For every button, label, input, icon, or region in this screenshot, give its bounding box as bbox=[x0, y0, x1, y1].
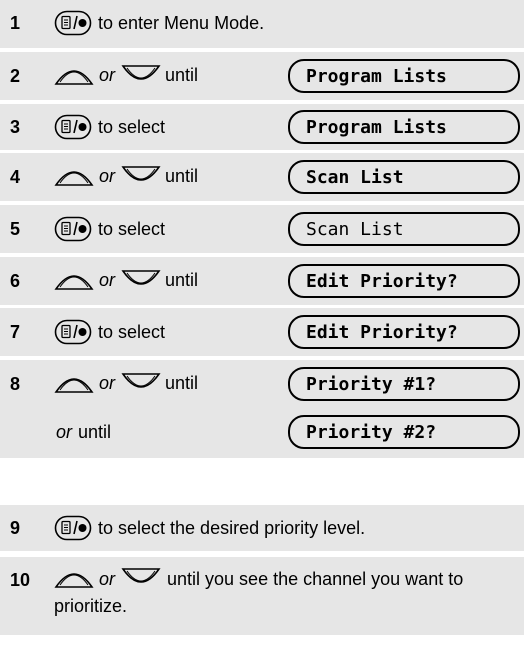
or-label: or bbox=[99, 269, 116, 290]
step-text: to select bbox=[98, 116, 166, 137]
menu-select-button-icon bbox=[54, 319, 92, 345]
step-row-2: 2 or until Program Lists bbox=[0, 52, 524, 100]
step-number: 9 bbox=[10, 518, 21, 538]
menu-select-button-icon bbox=[54, 10, 92, 36]
radio-display: Scan List bbox=[288, 212, 520, 246]
step-number: 3 bbox=[10, 117, 21, 137]
down-arrow-button-icon bbox=[121, 268, 161, 292]
step-row-5: 5 to select Scan List bbox=[0, 205, 524, 253]
down-arrow-button-icon bbox=[121, 63, 161, 87]
radio-display: Priority #1? bbox=[288, 367, 520, 401]
step-number: 5 bbox=[10, 219, 21, 239]
step-row-10: 10 or until you see the channel you want … bbox=[0, 557, 524, 635]
step-text: until bbox=[78, 422, 112, 442]
step-row-7: 7 to select Edit Priority? bbox=[0, 308, 524, 356]
radio-display: Program Lists bbox=[288, 110, 520, 144]
step-text: until bbox=[165, 269, 199, 290]
step-number: 10 bbox=[10, 570, 31, 590]
step-text: to select bbox=[98, 321, 166, 342]
step-number: 8 bbox=[10, 374, 21, 394]
up-arrow-button-icon bbox=[54, 164, 94, 188]
radio-display: Scan List bbox=[288, 160, 520, 194]
step-number: 1 bbox=[10, 13, 21, 33]
radio-display: Edit Priority? bbox=[288, 264, 520, 298]
radio-display: Priority #2? bbox=[288, 415, 520, 449]
menu-select-button-icon bbox=[54, 114, 92, 140]
step-text: until bbox=[165, 64, 199, 85]
step-text: until bbox=[165, 372, 199, 393]
or-label: or bbox=[99, 165, 116, 186]
up-arrow-button-icon bbox=[54, 63, 94, 87]
step-number: 4 bbox=[10, 167, 21, 187]
radio-display: Program Lists bbox=[288, 59, 520, 93]
step-number: 6 bbox=[10, 271, 21, 291]
up-arrow-button-icon bbox=[54, 371, 94, 395]
step-row-8: 8 or until Priority #1? or until Priorit… bbox=[0, 360, 524, 458]
down-arrow-button-icon bbox=[121, 566, 161, 590]
step-row-6: 6 or until Edit Priority? bbox=[0, 257, 524, 305]
or-label: or bbox=[99, 372, 116, 393]
step-text: until you see the channel you want to pr… bbox=[54, 569, 464, 616]
step-row-4: 4 or until Scan List bbox=[0, 153, 524, 201]
step-number: 7 bbox=[10, 322, 21, 342]
or-label: or bbox=[99, 569, 116, 589]
step-text: to select the desired priority level. bbox=[98, 517, 366, 538]
menu-select-button-icon bbox=[54, 216, 92, 242]
down-arrow-button-icon bbox=[121, 371, 161, 395]
step-row-1: 1 to enter Menu Mode. bbox=[0, 0, 524, 48]
step-text: to enter Menu Mode. bbox=[98, 12, 265, 33]
or-label: or bbox=[56, 422, 73, 442]
down-arrow-button-icon bbox=[121, 164, 161, 188]
step-row-9: 9 to select the desired priority level. bbox=[0, 505, 524, 551]
step-row-3: 3 to select Program Lists bbox=[0, 104, 524, 150]
menu-select-button-icon bbox=[54, 515, 92, 541]
step-text: to select bbox=[98, 218, 166, 239]
or-label: or bbox=[99, 64, 116, 85]
radio-display: Edit Priority? bbox=[288, 315, 520, 349]
up-arrow-button-icon bbox=[54, 566, 94, 590]
step-number: 2 bbox=[10, 66, 21, 86]
up-arrow-button-icon bbox=[54, 268, 94, 292]
step-text: until bbox=[165, 165, 199, 186]
